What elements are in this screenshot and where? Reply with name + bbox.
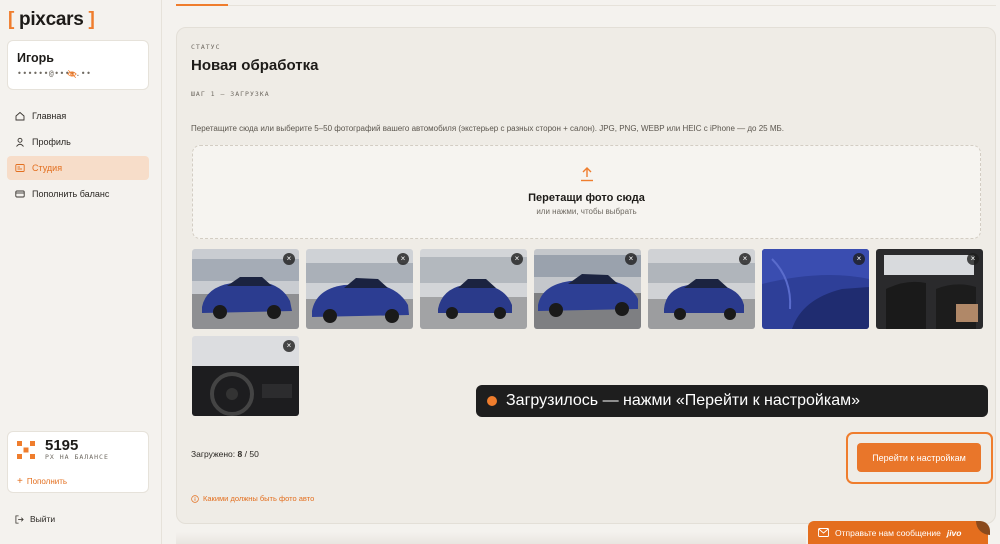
topup-label: Пополнить (26, 477, 68, 486)
info-icon (191, 494, 199, 503)
logout-button[interactable]: Выйти (15, 514, 55, 524)
balance-card: 5195 РХ НА БАЛАНСЕ + Пополнить (7, 431, 149, 493)
active-tab-indicator (176, 4, 228, 6)
sidebar-item-profile[interactable]: Профиль (7, 130, 149, 154)
plus-icon: + (17, 476, 23, 487)
sidebar-item-topup[interactable]: Пополнить баланс (7, 182, 149, 206)
topup-link[interactable]: + Пополнить (17, 476, 67, 487)
home-icon (15, 111, 25, 121)
loaded-counter: Загружено: 8 / 50 (191, 449, 259, 459)
photo-thumbnail[interactable]: × (420, 249, 527, 329)
status-caption: СТАТУС (191, 43, 221, 51)
remove-photo-button[interactable]: × (967, 253, 979, 265)
chat-widget-button[interactable]: Отправьте нам сообщение jivo (808, 521, 990, 544)
photo-thumbnail[interactable]: × (306, 249, 413, 329)
dropzone-title: Перетащи фото сюда (528, 192, 645, 204)
photo-requirements-link[interactable]: Какими должны быть фото авто (191, 494, 314, 503)
logout-label: Выйти (30, 514, 56, 524)
sidebar-item-label: Главная (32, 111, 67, 121)
photo-thumbnail[interactable]: × (876, 249, 983, 329)
remove-photo-button[interactable]: × (283, 253, 295, 265)
status-dot (487, 396, 497, 406)
logo-bracket-right: ] (88, 9, 95, 30)
photo-dropzone[interactable]: Перетащи фото сюда или нажми, чтобы выбр… (192, 145, 981, 239)
photo-thumbnail[interactable]: × (648, 249, 755, 329)
dropzone-subtitle: или нажми, чтобы выбрать (536, 207, 637, 216)
loaded-max: 50 (249, 449, 259, 459)
pixel-coin-icon (17, 441, 35, 459)
sidebar-item-home[interactable]: Главная (7, 104, 149, 128)
step-caption: ШАГ 1 — ЗАГРУЗКА (191, 90, 270, 98)
remove-photo-button[interactable]: × (397, 253, 409, 265)
user-phone: ••••••@••••.•• (17, 69, 92, 78)
sidebar-item-studio[interactable]: Студия (7, 156, 149, 180)
logo-text: pixcars (19, 9, 84, 30)
remove-photo-button[interactable]: × (511, 253, 523, 265)
user-card: Игорь ••••••@••••.•• (7, 40, 149, 90)
photo-requirements-label: Какими должны быть фото авто (203, 494, 315, 503)
bottom-fade (176, 532, 806, 544)
remove-photo-button[interactable]: × (739, 253, 751, 265)
go-to-settings-button[interactable]: Перейти к настройкам (857, 443, 981, 472)
sidebar: [ pixcars ] Игорь ••••••@••••.•• Главная… (0, 0, 162, 544)
sidebar-nav: Главная Профиль Студия Пополнить баланс (7, 104, 149, 208)
upload-hint: Перетащите сюда или выберите 5–50 фотогр… (191, 124, 784, 133)
toast-text: Загрузилось — нажми «Перейти к настройка… (506, 392, 860, 409)
sidebar-item-label: Профиль (32, 137, 71, 147)
sidebar-item-label: Пополнить баланс (32, 189, 110, 199)
top-tabs-divider (176, 0, 996, 6)
photo-thumbnail[interactable]: × (192, 249, 299, 329)
logo-bracket-left: [ (8, 9, 15, 30)
remove-photo-button[interactable]: × (283, 340, 295, 352)
logo[interactable]: [ pixcars ] (8, 9, 95, 31)
card-icon (15, 190, 25, 198)
remove-photo-button[interactable]: × (625, 253, 637, 265)
page-title: Новая обработка (191, 57, 319, 74)
remove-photo-button[interactable]: × (853, 253, 865, 265)
balance-caption: РХ НА БАЛАНСЕ (45, 453, 109, 461)
user-name: Игорь (17, 51, 54, 65)
upload-icon (581, 167, 593, 182)
loaded-label: Загружено: (191, 449, 236, 459)
upload-complete-toast: Загрузилось — нажми «Перейти к настройка… (476, 385, 988, 417)
photo-thumbnail[interactable]: × (192, 336, 299, 416)
studio-icon (15, 164, 25, 172)
user-icon (16, 137, 24, 147)
logout-icon (15, 514, 24, 524)
mail-icon (818, 528, 829, 537)
photo-thumbnail[interactable]: × (762, 249, 869, 329)
sidebar-item-label: Студия (32, 163, 63, 173)
balance-amount: 5195 (45, 437, 79, 454)
chat-label: Отправьте нам сообщение (835, 527, 941, 538)
eye-off-icon[interactable] (67, 69, 77, 79)
chat-brand: jivo (946, 527, 962, 538)
photo-thumbnail[interactable]: × (534, 249, 641, 329)
